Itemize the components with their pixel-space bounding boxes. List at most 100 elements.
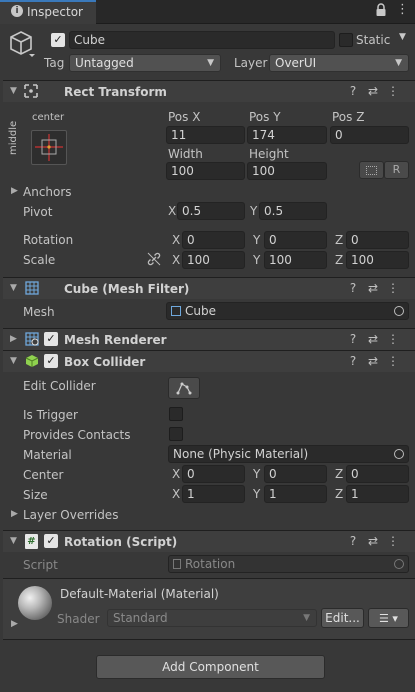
mesh-filter-title: Cube (Mesh Filter) <box>64 282 190 296</box>
static-checkbox[interactable] <box>339 33 353 47</box>
scale-y-field[interactable]: 100 <box>264 251 327 269</box>
rot-y-axis-label: Y <box>253 233 261 247</box>
script-small-icon <box>173 559 181 569</box>
scale-z-axis-label: Z <box>335 253 344 267</box>
shader-dropdown[interactable]: Standard ▼ <box>107 609 317 627</box>
shader-list-button[interactable]: ☰ ▾ <box>368 608 409 628</box>
rot-y-field[interactable]: 0 <box>264 231 327 249</box>
pos-y-field[interactable]: 174 <box>247 126 327 144</box>
pos-x-field[interactable]: 11 <box>166 126 245 144</box>
width-label: Width <box>168 147 203 161</box>
pos-z-field[interactable]: 0 <box>330 126 409 144</box>
preset-icon[interactable]: ⇄ <box>363 84 383 98</box>
foldout-expanded-icon[interactable]: ▼ <box>10 536 17 546</box>
is-trigger-label: Is Trigger <box>23 408 78 422</box>
kebab-menu-icon[interactable]: ⋮ <box>383 332 403 346</box>
static-dropdown-arrow[interactable]: ▼ <box>399 32 406 42</box>
mesh-renderer-enabled-checkbox[interactable]: ✓ <box>44 332 58 346</box>
help-icon[interactable]: ? <box>343 534 363 548</box>
raw-edit-button[interactable]: R <box>384 161 409 179</box>
tag-dropdown[interactable]: Untagged ▼ <box>69 54 221 72</box>
help-icon[interactable]: ? <box>343 281 363 295</box>
kebab-menu-icon[interactable]: ⋮ <box>383 281 403 295</box>
edit-collider-icon <box>176 382 192 395</box>
rotation-script-enabled-checkbox[interactable]: ✓ <box>44 534 58 548</box>
size-y-field[interactable]: 1 <box>264 485 327 503</box>
help-icon[interactable]: ? <box>343 354 363 368</box>
layer-overrides-foldout-icon[interactable]: ▶ <box>11 509 18 519</box>
preset-icon[interactable]: ⇄ <box>363 354 383 368</box>
center-z-axis-label: Z <box>335 467 344 481</box>
mesh-renderer-title: Mesh Renderer <box>64 333 167 347</box>
lock-icon[interactable] <box>375 3 387 17</box>
pivot-y-field[interactable]: 0.5 <box>259 202 327 220</box>
mesh-label: Mesh <box>23 305 55 319</box>
size-z-field[interactable]: 1 <box>346 485 409 503</box>
preset-icon[interactable]: ⇄ <box>363 281 383 295</box>
foldout-expanded-icon[interactable]: ▼ <box>10 86 17 96</box>
rot-z-axis-label: Z <box>335 233 344 247</box>
material-title: Default-Material (Material) <box>60 587 219 601</box>
provides-contacts-checkbox[interactable] <box>169 427 183 441</box>
active-checkbox[interactable]: ✓ <box>51 33 65 47</box>
scale-x-field[interactable]: 100 <box>182 251 245 269</box>
scale-y-axis-label: Y <box>253 253 261 267</box>
shader-edit-button[interactable]: Edit... <box>321 608 364 628</box>
shader-value: Standard <box>113 611 168 625</box>
size-x-field[interactable]: 1 <box>182 485 245 503</box>
layer-overrides-label[interactable]: Layer Overrides <box>23 507 118 523</box>
scale-x-axis-label: X <box>172 253 181 267</box>
help-icon[interactable]: ? <box>343 332 363 346</box>
foldout-expanded-icon[interactable]: ▼ <box>10 283 17 293</box>
kebab-menu-icon[interactable]: ⋮ <box>396 2 409 18</box>
size-z-axis-label: Z <box>335 487 344 501</box>
blueprint-mode-button[interactable] <box>359 161 384 179</box>
is-trigger-checkbox[interactable] <box>169 407 183 421</box>
mesh-renderer-icon <box>25 332 39 349</box>
physic-material-field[interactable]: None (Physic Material) <box>168 445 409 463</box>
layer-dropdown[interactable]: OverUI ▼ <box>269 54 409 72</box>
object-picker-icon[interactable] <box>394 306 404 316</box>
pos-y-label: Pos Y <box>249 110 281 124</box>
rotation-script-header[interactable]: ▼ # ✓ Rotation (Script) ? ⇄ ⋮ <box>3 530 415 552</box>
anchors-foldout-icon[interactable]: ▶ <box>11 186 18 196</box>
rect-transform-header[interactable]: ▼ Rect Transform ? ⇄ ⋮ <box>3 80 415 102</box>
pivot-x-field[interactable]: 0.5 <box>177 202 245 220</box>
box-collider-header[interactable]: ▼ ✓ Box Collider ? ⇄ ⋮ <box>3 350 415 372</box>
object-name-field[interactable]: Cube <box>69 31 335 49</box>
shader-label: Shader <box>57 612 100 626</box>
mesh-object-field[interactable]: Cube <box>166 302 409 320</box>
tag-label: Tag <box>44 56 65 70</box>
object-picker-icon[interactable] <box>394 449 404 459</box>
help-icon[interactable]: ? <box>343 84 363 98</box>
anchors-label[interactable]: Anchors <box>23 184 72 200</box>
foldout-expanded-icon[interactable]: ▼ <box>10 356 17 366</box>
kebab-menu-icon[interactable]: ⋮ <box>383 534 403 548</box>
anchor-presets-button[interactable] <box>31 130 67 165</box>
mesh-renderer-header[interactable]: ▶ ✓ Mesh Renderer ? ⇄ ⋮ <box>3 328 415 350</box>
center-z-field[interactable]: 0 <box>346 465 409 483</box>
height-field[interactable]: 100 <box>247 162 327 180</box>
width-field[interactable]: 100 <box>166 162 245 180</box>
foldout-collapsed-icon[interactable]: ▶ <box>10 334 17 344</box>
mesh-filter-header[interactable]: ▼ Cube (Mesh Filter) ? ⇄ ⋮ <box>3 277 415 299</box>
add-component-button[interactable]: Add Component <box>96 655 325 679</box>
rot-z-field[interactable]: 0 <box>346 231 409 249</box>
preset-icon[interactable]: ⇄ <box>363 534 383 548</box>
height-label: Height <box>249 147 289 161</box>
scale-z-field[interactable]: 100 <box>346 251 409 269</box>
preset-icon[interactable]: ⇄ <box>363 332 383 346</box>
center-y-field[interactable]: 0 <box>264 465 327 483</box>
provides-contacts-label: Provides Contacts <box>23 428 131 442</box>
cube-icon[interactable] <box>9 30 35 58</box>
kebab-menu-icon[interactable]: ⋮ <box>383 84 403 98</box>
link-icon[interactable] <box>147 252 161 269</box>
box-collider-enabled-checkbox[interactable]: ✓ <box>44 354 58 368</box>
material-foldout-icon[interactable]: ▶ <box>11 619 18 629</box>
inspector-tab-title: Inspector <box>27 5 83 19</box>
kebab-menu-icon[interactable]: ⋮ <box>383 354 403 368</box>
inspector-tab[interactable]: i Inspector <box>0 0 96 24</box>
edit-collider-button[interactable] <box>168 377 200 399</box>
center-x-field[interactable]: 0 <box>182 465 245 483</box>
rot-x-field[interactable]: 0 <box>182 231 245 249</box>
